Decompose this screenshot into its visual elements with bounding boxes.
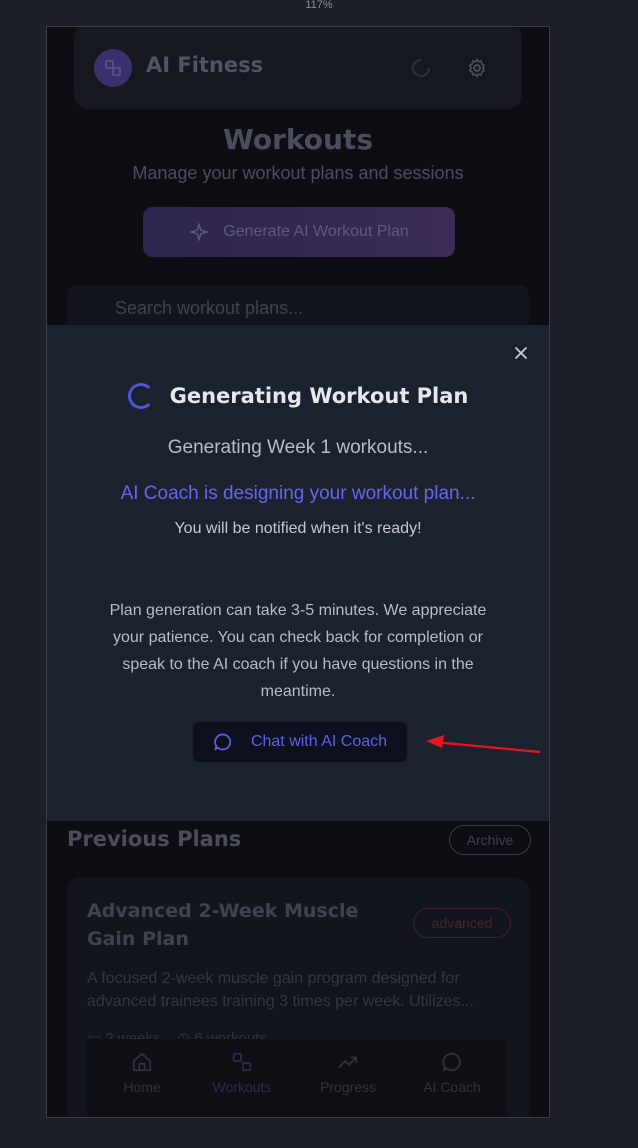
plan-name: Advanced 2-Week Muscle Gain Plan [87, 900, 359, 950]
archive-button[interactable]: Archive [449, 825, 531, 855]
close-button[interactable] [511, 343, 531, 363]
nav-workouts-label: Workouts [212, 1079, 272, 1095]
nav-ai-coach-label: AI Coach [423, 1079, 481, 1095]
notify-message: You will be notified when it's ready! [174, 520, 422, 537]
trending-up-icon [338, 1056, 358, 1069]
zoom-level: 117% [305, 0, 333, 11]
generate-plan-button[interactable]: Generate AI Workout Plan [143, 207, 455, 257]
annotation-arrow-icon [426, 735, 541, 754]
dumbbell-icon [232, 1052, 252, 1072]
gear-icon [469, 58, 485, 78]
page-title: Workouts [222, 123, 374, 156]
plan-description: A focused 2-week muscle gain program des… [87, 967, 511, 1013]
page-subtitle: Manage your workout plans and sessions [132, 163, 464, 183]
loading-spinner-icon [127, 383, 154, 409]
app-header: AI Fitness [74, 27, 522, 109]
sync-button[interactable] [404, 51, 438, 85]
nav-progress-label: Progress [319, 1079, 377, 1095]
sparkle-icon [190, 223, 208, 241]
nav-progress[interactable]: Progress [303, 1049, 393, 1095]
nav-home[interactable]: Home [97, 1049, 187, 1095]
settings-button[interactable] [458, 49, 496, 87]
designing-message: AI Coach is designing your workout plan.… [120, 483, 476, 504]
nav-ai-coach[interactable]: AI Coach [407, 1049, 497, 1095]
plan-description-line: A focused 2-week muscle gain program des… [87, 970, 460, 987]
info-message: Plan generation can take 3-5 minutes. We… [109, 602, 487, 700]
chat-button-label: Chat with AI Coach [250, 733, 388, 750]
chat-with-ai-coach-button[interactable]: Chat with AI Coach [192, 721, 408, 763]
close-icon [515, 347, 527, 359]
difficulty-badge: advanced [413, 908, 511, 938]
search-placeholder: Search workout plans... [115, 298, 304, 318]
plan-description-line: advanced trainees training 3 times per w… [87, 993, 474, 1010]
dumbbell-logo-icon [105, 60, 121, 76]
loading-icon [411, 58, 431, 78]
app-title: AI Fitness [146, 53, 264, 77]
nav-workouts[interactable]: Workouts [197, 1049, 287, 1095]
generation-status: Generating Week 1 workouts... [167, 437, 429, 458]
chat-bubble-icon [214, 733, 232, 751]
generate-plan-label: Generate AI Workout Plan [223, 223, 409, 240]
nav-home-label: Home [123, 1079, 161, 1095]
chat-bubble-icon [442, 1052, 461, 1072]
app-logo [94, 49, 132, 87]
dialog-title: Generating Workout Plan [169, 384, 469, 408]
dialog-header: Generating Workout Plan [47, 383, 549, 409]
app-viewport: AI Fitness Workouts Manage your workout … [46, 26, 550, 1118]
previous-plans-heading: Previous Plans [67, 827, 242, 851]
home-icon [132, 1052, 152, 1072]
bottom-nav: Home Workouts Progress AI Coach [87, 1039, 507, 1117]
